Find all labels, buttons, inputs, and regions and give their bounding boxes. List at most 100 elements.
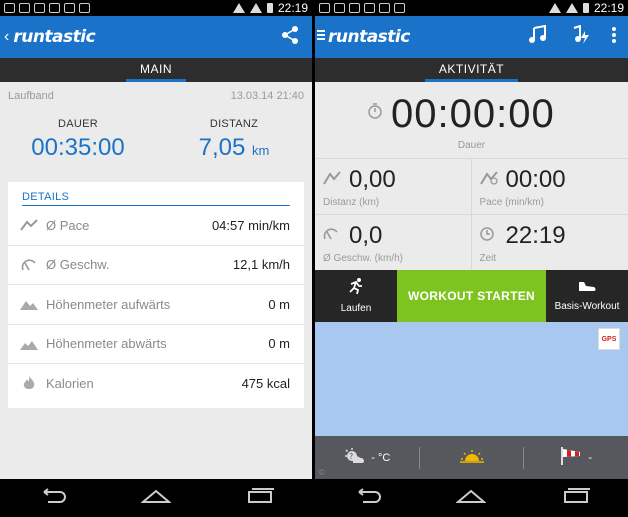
back-nav-icon[interactable]: [38, 487, 66, 509]
powersong-icon[interactable]: [570, 24, 590, 50]
stat-value: 0,0: [349, 222, 383, 249]
wind-value: -: [588, 451, 593, 464]
speed-icon: [20, 258, 38, 272]
stat-value: 22:19: [505, 222, 566, 249]
music-icon[interactable]: [528, 24, 548, 50]
tab-activity[interactable]: AKTIVITÄT: [424, 58, 519, 82]
stat-pace: 00:00 Pace (min/km): [471, 158, 628, 214]
detail-value: 0 m: [268, 336, 290, 352]
app-logo[interactable]: runtastic: [328, 27, 410, 47]
notification-icon: [334, 3, 345, 13]
check-icon: [64, 3, 75, 13]
map-view[interactable]: GPS: [315, 322, 628, 436]
app-icon: [49, 3, 60, 13]
battery-icon: [266, 3, 273, 13]
action-bar: runtastic: [315, 16, 628, 58]
shoe-icon: [577, 280, 597, 295]
duration-value: 00:35:00: [31, 134, 125, 161]
weather-unknown-icon: ?: [343, 447, 365, 468]
facebook-icon: [319, 3, 330, 13]
mail-icon: [34, 3, 45, 13]
weather-temperature[interactable]: ? - °C: [315, 447, 419, 468]
detail-label: Höhenmeter abwärts: [46, 336, 167, 352]
check-icon: [379, 3, 390, 13]
activity-type: Laufband: [8, 90, 54, 102]
app-icon: [364, 3, 375, 13]
app-logo[interactable]: runtastic: [13, 27, 95, 47]
stat-speed: 0,0 Ø Geschw. (km/h): [315, 214, 472, 270]
back-icon[interactable]: ‹: [0, 28, 13, 46]
detail-row-elevation-up: Höhenmeter aufwärts 0 m: [8, 285, 304, 325]
stats-grid: 0,00 Distanz (km) 00:00 Pace (min/km) 0,…: [315, 158, 628, 270]
distance-unit: km: [252, 143, 270, 158]
youtube-icon: [394, 3, 405, 13]
stat-value: 00:00: [505, 166, 566, 193]
details-title: DETAILS: [22, 182, 290, 206]
stopwatch-icon: [367, 102, 383, 125]
youtube-icon: [79, 3, 90, 13]
distance-summary: DISTANZ 7,05 km: [156, 118, 312, 162]
pace-icon: [20, 218, 38, 232]
start-workout-button[interactable]: WORKOUT STARTEN: [397, 270, 546, 322]
notification-icons: [319, 3, 405, 13]
activity-type-label: Laufen: [340, 303, 372, 314]
duration-summary: DAUER 00:35:00: [0, 118, 156, 162]
activity-datetime: 13.03.14 21:40: [230, 90, 304, 102]
action-bar: ‹ runtastic: [0, 16, 312, 58]
detail-row-elevation-down: Höhenmeter abwärts 0 m: [8, 325, 304, 364]
weather-bar: ? - °C - ©: [315, 436, 628, 479]
flame-icon: [20, 376, 38, 391]
stat-label: Zeit: [479, 253, 497, 264]
weather-daylight[interactable]: [420, 449, 524, 466]
nav-bar: [315, 479, 628, 517]
share-icon[interactable]: [280, 25, 300, 50]
detail-value: 0 m: [268, 296, 290, 312]
detail-label: Ø Pace: [46, 217, 90, 233]
distance-icon: [323, 171, 341, 190]
running-icon: [347, 278, 365, 297]
tab-main[interactable]: MAIN: [126, 58, 186, 82]
weather-wind[interactable]: -: [524, 446, 628, 469]
map-attribution: ©: [319, 468, 325, 477]
clock-time: 22:19: [277, 1, 308, 15]
activity-type-button[interactable]: Laufen: [315, 270, 397, 322]
pace-icon: [479, 171, 498, 190]
detail-label: Ø Geschw.: [46, 257, 110, 273]
workout-type-button[interactable]: Basis-Workout: [546, 270, 628, 322]
mail-icon: [349, 3, 360, 13]
distance-value-row: 7,05 km: [156, 134, 312, 162]
summary: DAUER 00:35:00 DISTANZ 7,05 km: [0, 118, 312, 162]
detail-row-pace: Ø Pace 04:57 min/km: [8, 206, 304, 246]
home-nav-icon[interactable]: [455, 488, 488, 509]
recent-apps-icon[interactable]: [562, 487, 591, 509]
wifi-icon: [249, 3, 262, 13]
detail-label: Höhenmeter aufwärts: [46, 296, 171, 312]
detail-row-speed: Ø Geschw. 12,1 km/h: [8, 246, 304, 285]
status-bar: 22:19: [315, 0, 628, 16]
stat-label: Ø Geschw. (km/h): [323, 253, 404, 264]
left-screen: 22:19 ‹ runtastic MAIN Laufband 13.03.14…: [0, 0, 312, 517]
detail-value: 04:57 min/km: [211, 217, 290, 233]
detail-value: 12,1 km/h: [232, 257, 290, 273]
clock-icon: [479, 227, 494, 246]
home-nav-icon[interactable]: [140, 488, 172, 509]
right-screen: 22:19 runtastic AKTIVITÄT 00:00:00 Dauer: [315, 0, 628, 517]
gps-badge[interactable]: GPS: [598, 328, 620, 350]
clock-time: 22:19: [593, 1, 624, 15]
distance-label: DISTANZ: [209, 118, 259, 130]
windsock-icon: [560, 446, 582, 469]
overflow-menu-icon[interactable]: [612, 26, 616, 48]
signal-icon: [548, 3, 561, 13]
facebook-icon: [4, 3, 15, 13]
stat-value: 0,00: [349, 166, 396, 193]
notification-icon: [19, 3, 30, 13]
detail-row-calories: Kalorien 475 kcal: [8, 364, 304, 404]
recent-apps-icon[interactable]: [246, 487, 275, 509]
drawer-icon[interactable]: [315, 28, 328, 46]
tab-bar: MAIN: [0, 58, 312, 82]
duration-label: Dauer: [457, 140, 486, 151]
activity-meta: Laufband 13.03.14 21:40: [8, 90, 304, 102]
back-nav-icon[interactable]: [353, 487, 381, 509]
temperature-value: - °C: [371, 451, 391, 464]
workout-type-label: Basis-Workout: [554, 301, 620, 312]
